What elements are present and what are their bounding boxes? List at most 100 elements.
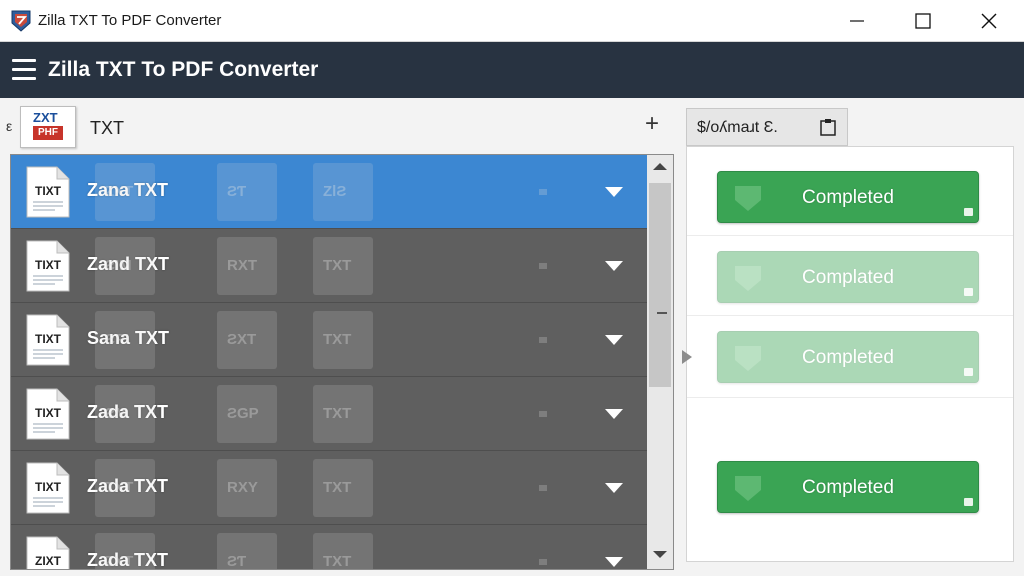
file-list-row[interactable]: TIXT Zand TXT ƧIM RXT TXT	[11, 229, 647, 303]
status-completed-button[interactable]: Completed	[717, 171, 979, 223]
ghost-file-icon: ZXT	[95, 533, 155, 570]
txt-file-icon: ZIXT	[26, 536, 70, 569]
ghost-file-text: ZXT	[105, 553, 134, 570]
ghost-file-icon: ƧM	[95, 385, 155, 443]
app-header: Zilla TXT To PDF Converter	[0, 42, 1024, 98]
ghost-file-text: TXT	[323, 405, 352, 422]
file-icon-text: ZIXT	[35, 554, 62, 568]
ghost-file-icon: TXT	[313, 237, 373, 295]
ghost-file-icon: RXY	[217, 459, 277, 517]
row-dot-icon	[539, 559, 547, 565]
close-icon	[981, 13, 997, 29]
close-button[interactable]	[966, 0, 1012, 42]
ghost-file-icon: ƧƬ	[217, 533, 277, 570]
scroll-up-icon[interactable]	[653, 163, 667, 170]
output-tab-label: $/oʎmaɹt Ɛ.	[697, 119, 778, 136]
conversion-status-panel: Completed Complated Completed Completed	[686, 146, 1014, 562]
main-content: ε ZXT PHF TXT + TIXT Zana TXT ZXT ƧƬ ZlƧ T…	[0, 98, 1024, 576]
ghost-file-icon: ƧƬ	[217, 163, 277, 221]
app-title: Zilla TXT To PDF Converter	[48, 58, 319, 81]
ghost-file-text: ƧM	[105, 405, 128, 422]
maximize-icon	[915, 13, 931, 29]
row-dot-icon	[539, 263, 547, 269]
file-icon-text: TIXT	[35, 184, 62, 198]
window-title: Zilla TXT To PDF Converter	[38, 12, 222, 29]
row-dot-icon	[539, 485, 547, 491]
ghost-file-icon: ƧXT	[217, 311, 277, 369]
status-dropdown-icon[interactable]	[964, 498, 973, 506]
row-dot-icon	[539, 411, 547, 417]
maximize-button[interactable]	[900, 0, 946, 42]
txt-pdf-logo-icon: ZXT PHF	[20, 106, 76, 148]
status-label: Completed	[802, 477, 894, 498]
row-dot-icon	[539, 189, 547, 195]
caret-down-icon[interactable]	[605, 335, 623, 345]
ghost-file-text: RXY	[227, 479, 258, 496]
logo-bottom-text: PHF	[33, 126, 63, 140]
file-list-row[interactable]: TIXT Zada TXT TXT RXY TXT	[11, 451, 647, 525]
file-type-label: TXT	[90, 118, 124, 138]
file-list-header: ε ZXT PHF TXT +	[0, 98, 680, 154]
ghost-file-text: ƧXT	[227, 331, 257, 348]
file-list: TIXT Zana TXT ZXT ƧƬ ZlƧ TIXT Zand TXT ƧIM…	[10, 154, 674, 570]
ghost-file-icon: ƧPI	[95, 311, 155, 369]
ghost-file-text: TXT	[323, 331, 352, 348]
file-list-row[interactable]: TIXT Zana TXT ZXT ƧƬ ZlƧ	[11, 155, 647, 229]
ghost-file-icon: ZlƧ	[313, 163, 373, 221]
ghost-file-text: ZlƧ	[323, 183, 347, 200]
ghost-file-text: TXT	[323, 479, 352, 496]
ghost-file-text: TXT	[323, 257, 352, 274]
status-divider	[687, 315, 1013, 316]
row-dot-icon	[539, 337, 547, 343]
file-list-row[interactable]: TIXT Sana TXT ƧPI ƧXT TXT	[11, 303, 647, 377]
ghost-file-text: ƧGP	[227, 405, 259, 422]
list-scrollbar[interactable]	[647, 155, 673, 569]
minimize-icon	[850, 20, 864, 22]
caret-down-icon[interactable]	[605, 557, 623, 567]
caret-down-icon[interactable]	[605, 187, 623, 197]
header-bullet: ε	[6, 118, 13, 134]
status-dropdown-icon[interactable]	[964, 208, 973, 216]
status-completed-button[interactable]: Complated	[717, 251, 979, 303]
txt-file-icon: TIXT	[26, 462, 70, 514]
file-icon-text: TIXT	[35, 258, 62, 272]
status-completed-button[interactable]: Completed	[717, 461, 979, 513]
ghost-file-text: ƧƬ	[227, 183, 247, 200]
ghost-file-icon: TXT	[313, 385, 373, 443]
caret-down-icon[interactable]	[605, 409, 623, 419]
ghost-file-icon: RXT	[217, 237, 277, 295]
arrow-right-icon	[682, 350, 692, 364]
status-dropdown-icon[interactable]	[964, 368, 973, 376]
ghost-file-icon: ZXT	[95, 163, 155, 221]
minimize-button[interactable]	[834, 0, 880, 42]
ghost-file-text: ƧIM	[105, 257, 132, 274]
scroll-down-icon[interactable]	[653, 551, 667, 558]
status-label: Completed	[802, 187, 894, 208]
output-tab[interactable]: $/oʎmaɹt Ɛ.	[686, 108, 848, 146]
ghost-file-text: TXT	[105, 479, 134, 496]
add-file-button[interactable]: +	[645, 112, 659, 136]
file-list-row[interactable]: TIXT Zada TXT ƧM ƧGP TXT	[11, 377, 647, 451]
status-completed-button[interactable]: Completed	[717, 331, 979, 383]
txt-file-icon: TIXT	[26, 166, 70, 218]
ghost-file-text: ƧPI	[105, 331, 130, 348]
status-dropdown-icon[interactable]	[964, 288, 973, 296]
scroll-thumb[interactable]	[649, 183, 671, 387]
txt-file-icon: TIXT	[26, 240, 70, 292]
ghost-file-icon: TXT	[95, 459, 155, 517]
status-divider	[687, 235, 1013, 236]
caret-down-icon[interactable]	[605, 261, 623, 271]
ghost-file-icon: ƧGP	[217, 385, 277, 443]
file-icon-text: TIXT	[35, 332, 62, 346]
file-icon-text: TIXT	[35, 480, 62, 494]
ghost-file-icon: TXT	[313, 311, 373, 369]
caret-down-icon[interactable]	[605, 483, 623, 493]
txt-file-icon: TIXT	[26, 314, 70, 366]
file-list-row[interactable]: ZIXT Zada TXT ZXT ƧƬ TXT	[11, 525, 647, 570]
logo-top-text: ZXT	[33, 110, 58, 125]
ghost-file-text: RXT	[227, 257, 257, 274]
window-titlebar: Zilla TXT To PDF Converter	[0, 0, 1024, 42]
app-shield-icon	[11, 10, 31, 32]
hamburger-menu-icon[interactable]	[12, 59, 36, 81]
ghost-file-text: ƧƬ	[227, 553, 247, 570]
